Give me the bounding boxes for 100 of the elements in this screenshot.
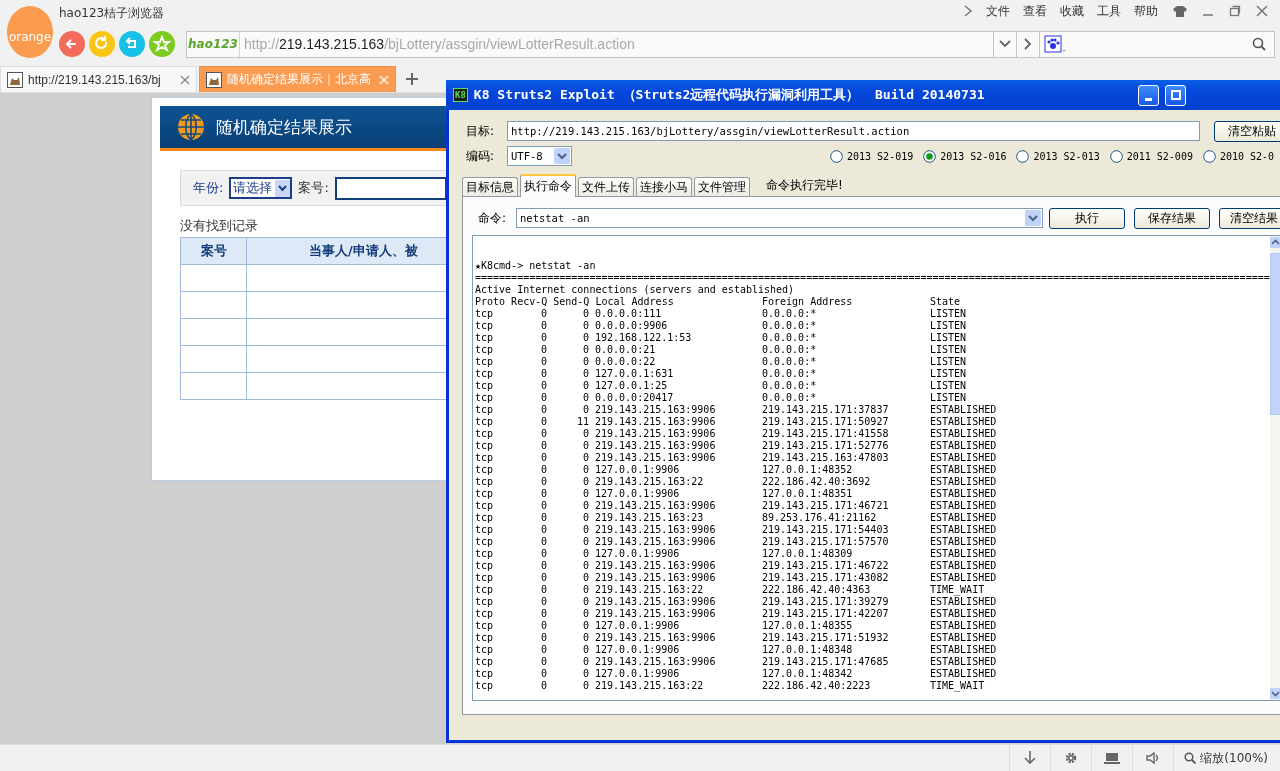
tab-title: 随机确定结果展示｜北京高 — [227, 71, 372, 88]
clear-paste-button[interactable]: 清空粘贴 — [1214, 120, 1280, 142]
table-cell-text: 0 — [539, 416, 547, 428]
table-cell-text: 0.0.0.0:* — [762, 392, 818, 404]
tab[interactable]: 文件上传 — [578, 177, 634, 196]
menu-item[interactable]: 帮助 — [1134, 2, 1158, 20]
back-button[interactable] — [59, 31, 85, 57]
table-cell-text: 0 — [539, 380, 547, 392]
return-button[interactable] — [119, 31, 145, 57]
scrollbar[interactable] — [1269, 236, 1280, 700]
maximize-button[interactable] — [1165, 84, 1186, 106]
table-cell-text: 0 — [539, 620, 547, 632]
paw-icon[interactable] — [1044, 35, 1066, 53]
chevron-right-icon — [1024, 38, 1032, 50]
radio-option[interactable]: 2010 S2-0 — [1202, 149, 1275, 163]
search-icon[interactable] — [1252, 37, 1266, 51]
table-cell-text: 219.143.215.171:47685 — [762, 656, 890, 668]
table-cell-text: 0.0.0.0:20417 — [594, 392, 675, 404]
search-field[interactable] — [1040, 30, 1275, 58]
chevron-right-icon[interactable] — [963, 4, 973, 18]
table-cell-text: ESTABLISHED — [930, 440, 998, 452]
table-cell-text: 0 — [539, 356, 547, 368]
dropdown-button[interactable] — [994, 30, 1017, 58]
column-header: 案号 — [181, 238, 247, 264]
year-select[interactable]: 请选择 — [229, 177, 293, 199]
radio-option[interactable]: 2013 S2-013 — [1016, 149, 1100, 163]
tab[interactable]: 连接小马 — [636, 177, 692, 196]
table-cell-text: 0 — [581, 512, 589, 524]
close-icon[interactable] — [180, 74, 190, 85]
table-cell-text: ESTABLISHED — [930, 524, 998, 536]
console-line: Active Internet connections (servers and established) — [475, 284, 796, 296]
table-cell-text: 0 — [581, 320, 589, 332]
table-cell-text: 219.143.215.163:9906 — [594, 656, 717, 668]
go-button[interactable] — [1017, 30, 1040, 58]
field-label: 案号: — [298, 179, 329, 197]
minimize-button[interactable] — [1138, 84, 1159, 106]
tab[interactable]: 目标信息 — [462, 177, 518, 196]
table-cell-text: tcp — [475, 560, 495, 572]
table-cell-text: ESTABLISHED — [930, 548, 998, 560]
table-cell-text: 0 — [581, 596, 589, 608]
download-icon[interactable] — [1022, 750, 1039, 766]
browser-tab[interactable]: http://219.143.215.163/bj — [0, 66, 197, 92]
table-cell-text: tcp — [475, 524, 495, 536]
table-cell-text: 0 — [539, 500, 547, 512]
table-cell-text: 127.0.0.1:48355 — [762, 620, 854, 632]
plus-icon[interactable] — [406, 73, 418, 85]
menu-item[interactable]: 查看 — [1023, 2, 1047, 20]
table-cell-text: 219.143.215.163:22 — [594, 680, 705, 692]
table-cell-text: 0 — [539, 596, 547, 608]
tab[interactable]: 执行命令 — [520, 174, 576, 197]
column-header: State — [930, 296, 962, 308]
encoding-select[interactable]: UTF-8 — [507, 146, 572, 166]
tab[interactable]: 文件管理 — [694, 177, 750, 196]
scroll-up-icon[interactable] — [1269, 237, 1280, 248]
target-field[interactable]: http://219.143.215.163/bjLottery/assgin/viewLotterResult.action — [507, 121, 1200, 141]
table-cell-text: 219.143.215.163:9906 — [594, 416, 717, 428]
table-cell-text: 0 — [581, 464, 589, 476]
table-cell-text: 0 — [539, 344, 547, 356]
maximize-icon — [1170, 90, 1181, 100]
table-cell-text: tcp — [475, 512, 495, 524]
table-cell-text: 89.253.176.41:21162 — [762, 512, 878, 524]
table-cell-text: tcp — [475, 308, 495, 320]
column-header: 当事人/申请人、被 — [247, 238, 447, 264]
radio-option[interactable]: 2011 S2-009 — [1109, 149, 1193, 163]
menu-item[interactable]: 文件 — [986, 2, 1010, 20]
zoom-button[interactable]: 缩放(100%) — [1173, 745, 1280, 771]
case-number-field[interactable] — [334, 176, 447, 200]
menu-item[interactable]: 收藏 — [1060, 2, 1084, 20]
run-button[interactable]: 执行 — [1049, 207, 1125, 229]
radio-option[interactable]: 2013 S2-016 — [923, 149, 1007, 163]
table-cell-text: ESTABLISHED — [930, 668, 998, 680]
table-cell-text: 219.143.215.163:9906 — [594, 608, 717, 620]
table-cell-text: tcp — [475, 668, 495, 680]
scroll-down-icon[interactable] — [1269, 688, 1280, 699]
app-logo: orange — [7, 6, 53, 58]
table-cell-text: 127.0.0.1:48309 — [762, 548, 854, 560]
monitor-icon[interactable] — [1104, 750, 1121, 766]
radio-option[interactable]: 2013 S2-019 — [830, 149, 914, 163]
table-cell-text: 0 — [581, 476, 589, 488]
table-cell-text: 219.143.215.163:9906 — [594, 500, 717, 512]
save-results-button[interactable]: 保存结果 — [1134, 207, 1210, 229]
shirt-icon[interactable] — [1173, 5, 1187, 17]
table-cell-text: 0 — [581, 488, 589, 500]
table-cell-text: ESTABLISHED — [930, 512, 998, 524]
menu-item[interactable]: 工具 — [1097, 2, 1121, 20]
close-icon[interactable] — [1256, 5, 1268, 17]
table-cell-text: tcp — [475, 656, 495, 668]
table-cell-text: 0 — [581, 668, 589, 680]
table-cell-text: 127.0.0.1:25 — [594, 380, 669, 392]
maximize-icon[interactable] — [1229, 5, 1241, 17]
table-cell-text: 219.143.215.163:9906 — [594, 452, 717, 464]
clear-results-button[interactable]: 清空结果 — [1219, 207, 1280, 229]
table-cell-text: 0 — [539, 632, 547, 644]
scroll-thumb[interactable] — [1269, 253, 1280, 415]
table-cell-text: 0 — [539, 404, 547, 416]
table-cell-text: ESTABLISHED — [930, 500, 998, 512]
address-field[interactable]: hao123 http://219.143.215.163/bjLottery/assgin/viewLotterResult.action — [186, 30, 994, 58]
tab-title: http://219.143.215.163/bj — [28, 72, 162, 87]
table-cell-text: 0 — [539, 524, 547, 536]
command-field[interactable]: netstat -an — [516, 208, 1043, 228]
